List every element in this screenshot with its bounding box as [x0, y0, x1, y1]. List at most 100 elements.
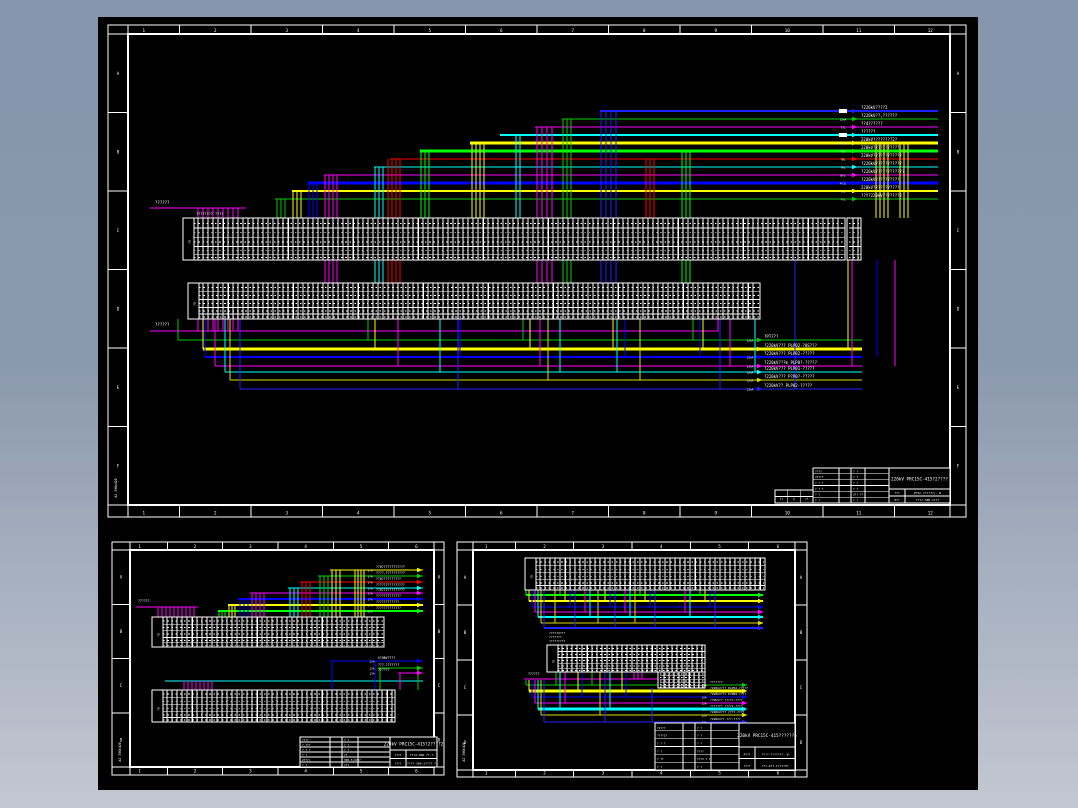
- wire-tag: TBL: [840, 157, 845, 161]
- ruler-number: 11: [856, 511, 862, 516]
- title-item-value: ???2-306-??-?: [410, 753, 434, 757]
- bus-label: 220kV???????????: [861, 185, 900, 190]
- ruler-number: 11: [856, 28, 862, 33]
- wire-tag: [839, 109, 847, 113]
- terminal-table: ?D: [151, 689, 396, 723]
- title-item-label: P??: [894, 498, 899, 502]
- bus-label: ?220kV??? PLP02-?0S???: [764, 343, 818, 348]
- title-item-value: ????-306-1???: [916, 498, 940, 502]
- ruler-number: 12: [928, 28, 934, 33]
- bus-label: ?????????????: [376, 606, 401, 610]
- title-cell: 300.5|4?0?: [344, 758, 361, 762]
- rect: [182, 217, 846, 261]
- title-cell: ?2???: [815, 475, 824, 479]
- title-cell: ?,???: [302, 743, 311, 747]
- wire-tag: 1?A: [367, 609, 372, 613]
- wire-tag: TJL: [840, 125, 845, 129]
- wire-tag: TKL: [840, 165, 845, 169]
- title-cell: ????: [815, 469, 822, 473]
- title-cell: ? ? ?: [815, 481, 824, 485]
- terminal-table: ?D: [151, 616, 385, 648]
- title-cell: ??: [805, 497, 809, 501]
- title-cell: ? ? ?: [657, 742, 666, 746]
- title-item-label: ???: [894, 491, 899, 495]
- ruler-number: 10: [785, 511, 791, 516]
- wire-tag: 1?A: [367, 591, 372, 595]
- title-cell: ???: [344, 763, 349, 767]
- rect: [187, 282, 761, 320]
- annotation-text: ??????: [138, 599, 150, 603]
- title-cell: 2???|: [302, 758, 310, 762]
- title-cell: ? ?: [344, 748, 349, 752]
- table-header: ?D: [530, 575, 534, 579]
- title-cell: ? ?: [697, 726, 702, 730]
- cad-drawing: ?D?D112233445566778899101011111212A AB BC C…: [98, 17, 978, 790]
- bus-label: ??0????????????: [376, 565, 405, 569]
- title-item-label: ????: [395, 762, 402, 766]
- title-cell: ? ?: [697, 765, 702, 769]
- title-cell: ? ?: [302, 753, 307, 757]
- title-cell: ??: [780, 497, 784, 501]
- title-cell: ? ?: [697, 742, 702, 746]
- wire-tag: 12A: [701, 713, 706, 717]
- bus-label: ?220kV???????????: [861, 161, 903, 166]
- bus-label: ???????????????: [376, 583, 405, 587]
- title-cell: ? ?: [657, 765, 662, 769]
- title-cell: ? ?: [815, 499, 820, 503]
- bus-label: 220kV???????????: [861, 145, 900, 150]
- annotation-text: ???????? ????: [196, 212, 223, 216]
- table-header: ?D: [157, 707, 161, 711]
- title-cell: ? ?: [697, 734, 702, 738]
- wire-tag: 12A: [701, 707, 706, 711]
- bus-label: ?????????????: [376, 594, 401, 598]
- wire-tag: 12A: [369, 671, 374, 675]
- title-item-label: P???: [744, 752, 751, 756]
- annotation-text: ?????????: [549, 639, 565, 643]
- terminal-table: [846, 217, 862, 261]
- ruler-number: 12: [928, 511, 934, 516]
- title-block: 220kV PRC15C-415?2????2???? ???2-306-??-?…: [299, 736, 444, 768]
- bus-label: ??????: [861, 129, 876, 134]
- bus-label: S?HBV????: [378, 656, 395, 660]
- bus-label: ?220kV?? ???-????: [710, 717, 741, 721]
- title-cell: ? ?: [853, 475, 858, 479]
- bus-label: ?220kV??? PLP01-?????: [764, 366, 815, 371]
- bus-label: ?220kV??? ????-????: [710, 710, 745, 714]
- title-item-value: ????-306-1????-?: [407, 762, 436, 766]
- title-cell: ? ??: [657, 757, 664, 761]
- terminal-table: ?D: [546, 644, 706, 673]
- wire-tag: 1?A: [367, 574, 372, 578]
- bus-label: ?220kV??? P?P0?-?????: [764, 374, 815, 379]
- table-header: ?D: [157, 633, 161, 637]
- bus-label: ??0kV?? ?????-????: [710, 698, 743, 702]
- wire-tag: 1?A: [367, 603, 372, 607]
- bus-label: ??0??2?????????: [376, 588, 405, 592]
- title-item-label: ????: [744, 764, 751, 768]
- wire-tag: 1?A: [367, 586, 372, 590]
- annotation-text: ??????: [528, 672, 540, 676]
- title-cell: ????2?: [657, 734, 667, 738]
- wire-tag: TKL: [840, 149, 845, 153]
- wire-tag: 12A: [369, 659, 374, 663]
- title-cell: ?2???: [657, 726, 666, 730]
- wire-tag: 12A: [369, 666, 374, 670]
- title-cell: ??: [344, 753, 348, 757]
- wire-tag: 1?A: [367, 580, 372, 584]
- bus-label: ??Y?220kV???????2: [861, 193, 903, 198]
- bus-label: ???-???????: [378, 663, 399, 667]
- annotation-text: ??????: [155, 322, 170, 327]
- wire-tag: 12kA: [747, 387, 754, 391]
- terminal-table: ?D: [182, 217, 846, 261]
- wire-tag: 12A: [701, 695, 706, 699]
- wire-tag: TYL: [840, 197, 845, 201]
- cad-preview-page: ?D ?D 1 1 2 2 3 3 4 4 5 5 6 6 7 7 8 8 9 9 10 10 11 11 12 12 A A B B C C…: [0, 0, 1078, 808]
- bus-label: ?220kV???m PLP0?-?????: [764, 360, 818, 365]
- drawing-title: 220kV PRC15C-415?2????: [891, 477, 948, 483]
- title-cell: 2?? ??: [853, 493, 863, 497]
- title-cell: ????: [302, 738, 309, 742]
- sheet-size-text: A2 398x420: [462, 742, 466, 761]
- wire-tag: 12kA: [747, 378, 754, 382]
- bus-label: ?220kV?? PLP02-?????: [764, 383, 813, 388]
- drawing-title: 220kV PRC15C-415??????o: [737, 733, 797, 739]
- wire-tag: 12kA: [747, 370, 754, 374]
